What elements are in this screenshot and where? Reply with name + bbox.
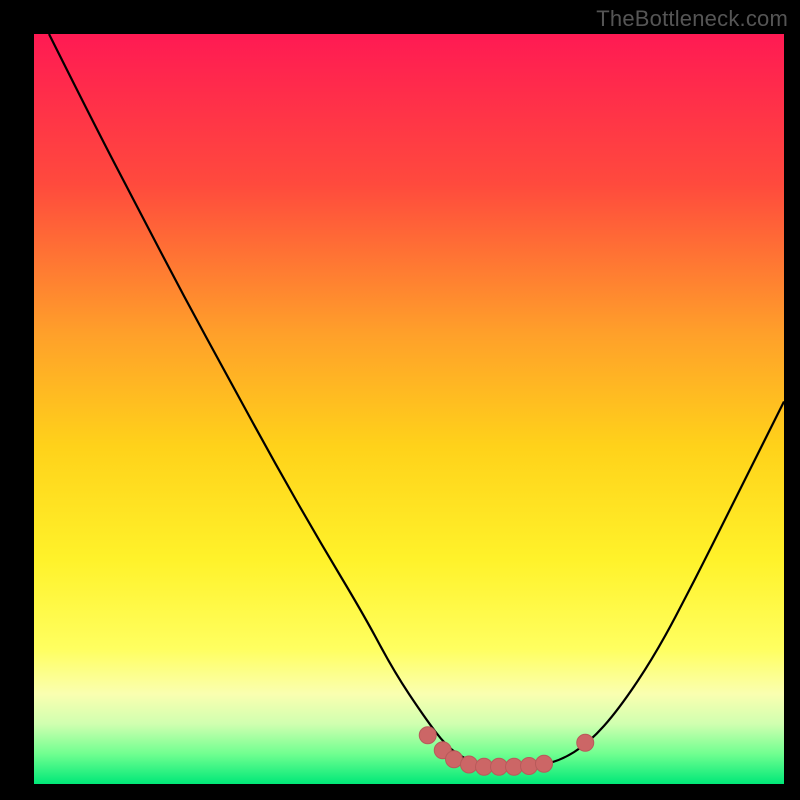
- curve-marker: [419, 727, 436, 744]
- curve-marker: [536, 755, 553, 772]
- curve-marker: [577, 734, 594, 751]
- watermark-text: TheBottleneck.com: [596, 6, 788, 32]
- curve-marker: [446, 751, 463, 768]
- curve-marker: [476, 758, 493, 775]
- plot-background: [34, 34, 784, 784]
- curve-marker: [491, 758, 508, 775]
- chart-frame: TheBottleneck.com: [0, 0, 800, 800]
- bottleneck-chart: [34, 34, 784, 784]
- curve-marker: [506, 758, 523, 775]
- curve-marker: [521, 758, 538, 775]
- curve-marker: [461, 756, 478, 773]
